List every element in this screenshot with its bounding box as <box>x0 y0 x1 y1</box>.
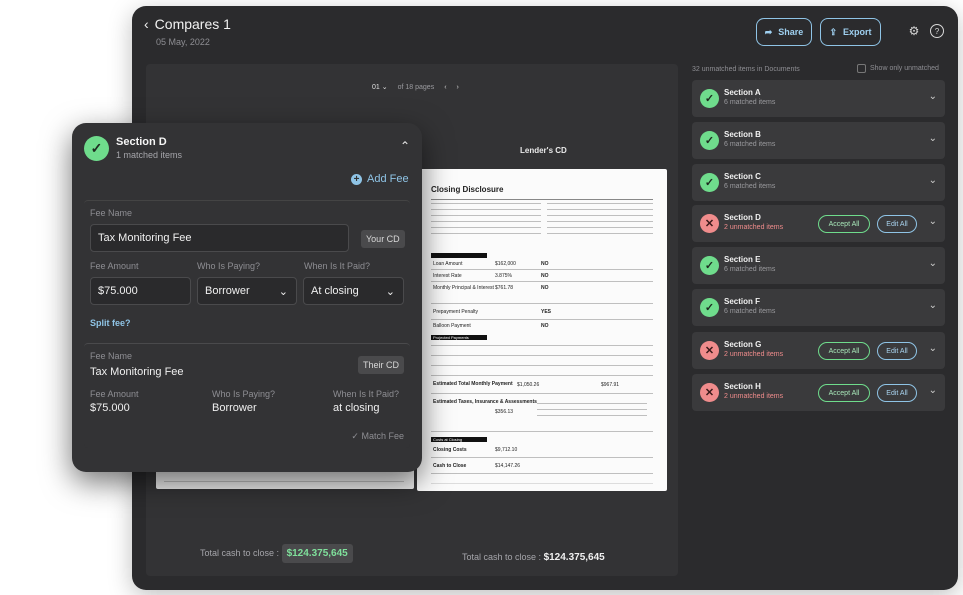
section-row[interactable]: ✕ Section H 2 unmatched items Accept All Edi… <box>692 374 945 411</box>
section-name: Section F <box>724 297 761 306</box>
upload-icon: ⇪ <box>829 26 838 37</box>
check-icon: ✓ <box>700 298 719 317</box>
section-row[interactable]: ✕ Section D 2 unmatched items Accept All Edi… <box>692 205 945 242</box>
accept-all-button[interactable]: Accept All <box>818 384 870 402</box>
section-d-popup: ✓ Section D 1 matched items ⌃ + Add Fee … <box>72 123 422 472</box>
section-name: Section A <box>724 88 761 97</box>
chevron-down-icon[interactable]: ⌄ <box>929 258 937 269</box>
section-row[interactable]: ✓ Section E 6 matched items ⌄ <box>692 247 945 284</box>
only-unmatched-toggle[interactable]: Show only unmatched <box>857 64 939 73</box>
popup-title: Section D <box>116 136 167 148</box>
check-icon: ✓ <box>700 89 719 108</box>
gear-icon[interactable]: ⚙ <box>907 24 921 38</box>
add-fee-button[interactable]: + Add Fee <box>351 173 409 185</box>
section-name: Section C <box>724 172 761 181</box>
plus-icon: + <box>351 173 362 185</box>
popup-subtitle: 1 matched items <box>116 150 183 160</box>
split-fee-link[interactable]: Split fee? <box>90 318 131 328</box>
x-icon: ✕ <box>700 383 719 402</box>
chevron-down-icon: ⌄ <box>385 285 395 298</box>
your-cd-tag: Your CD <box>361 230 405 248</box>
section-name: Section D <box>724 213 761 222</box>
check-icon: ✓ <box>351 431 359 441</box>
chevron-down-icon: ⌄ <box>278 285 288 298</box>
right-doc-label: Lender's CD <box>520 146 567 155</box>
chevron-down-icon[interactable]: ⌄ <box>929 91 937 102</box>
section-row[interactable]: ✓ Section A 6 matched items ⌄ <box>692 80 945 117</box>
section-status: 6 matched items <box>724 141 776 148</box>
their-fee-amount: $75.000 <box>90 402 130 414</box>
chevron-up-icon[interactable]: ⌃ <box>400 139 410 153</box>
section-status: 2 unmatched items <box>724 351 784 358</box>
export-button[interactable]: ⇪ Export <box>820 18 881 46</box>
page-date: 05 May, 2022 <box>156 37 210 47</box>
x-icon: ✕ <box>700 214 719 233</box>
page-title: Compares 1 <box>154 16 231 32</box>
section-row[interactable]: ✕ Section G 2 unmatched items Accept All Edi… <box>692 332 945 369</box>
check-icon: ✓ <box>700 256 719 275</box>
section-name: Section E <box>724 255 761 264</box>
match-fee-button[interactable]: ✓ Match Fee <box>351 431 404 442</box>
back-nav[interactable]: ‹ Compares 1 <box>144 16 231 32</box>
prev-page-icon[interactable]: ‹ <box>444 84 446 91</box>
edit-all-button[interactable]: Edit All <box>877 342 917 360</box>
help-icon[interactable]: ? <box>930 24 944 38</box>
section-row[interactable]: ✓ Section F 6 matched items ⌄ <box>692 289 945 326</box>
when-paid-select[interactable]: At closing ⌄ <box>303 277 404 305</box>
section-name: Section G <box>724 340 762 349</box>
left-total: Total cash to close : $124.375,645 <box>200 544 353 563</box>
edit-all-button[interactable]: Edit All <box>877 384 917 402</box>
fee-amount-input[interactable]: $75.000 <box>90 277 191 305</box>
section-status: 6 matched items <box>724 266 776 273</box>
section-status: 6 matched items <box>724 308 776 315</box>
chevron-down-icon[interactable]: ⌄ <box>929 175 937 186</box>
check-icon: ✓ <box>700 131 719 150</box>
pager: 01 ⌄ of 18 pages ‹ › <box>372 83 459 92</box>
section-status: 6 matched items <box>724 99 776 106</box>
edit-all-button[interactable]: Edit All <box>877 215 917 233</box>
fee-name-input[interactable]: Tax Monitoring Fee <box>90 224 349 252</box>
section-status: 2 unmatched items <box>724 393 784 400</box>
check-icon: ✓ <box>84 136 109 161</box>
chevron-down-icon[interactable]: ⌄ <box>929 385 937 396</box>
chevron-down-icon[interactable]: ⌄ <box>929 343 937 354</box>
share-button[interactable]: ➦ Share <box>756 18 812 46</box>
their-when-paid: at closing <box>333 402 380 414</box>
lenders-cd-document: Closing Disclosure Loan Amount $162,000 … <box>417 169 667 491</box>
section-name: Section H <box>724 382 761 391</box>
section-status: 2 unmatched items <box>724 224 784 231</box>
chevron-down-icon[interactable]: ⌄ <box>929 133 937 144</box>
section-row[interactable]: ✓ Section B 6 matched items ⌄ <box>692 122 945 159</box>
share-icon: ➦ <box>764 26 773 37</box>
unmatched-count: 32 unmatched items in Documents <box>692 66 800 73</box>
chevron-left-icon: ‹ <box>144 16 149 32</box>
chevron-down-icon[interactable]: ⌄ <box>929 300 937 311</box>
their-cd-tag: Their CD <box>358 356 405 374</box>
accept-all-button[interactable]: Accept All <box>818 215 870 233</box>
checkbox[interactable] <box>857 64 866 73</box>
their-fee-name: Tax Monitoring Fee <box>90 366 184 378</box>
page-select[interactable]: 01 ⌄ <box>372 83 388 91</box>
your-fee-card: Fee Name Tax Monitoring Fee Your CD Fee … <box>84 200 410 350</box>
next-page-icon[interactable]: › <box>457 84 459 91</box>
section-name: Section B <box>724 130 761 139</box>
chevron-down-icon[interactable]: ⌄ <box>929 216 937 227</box>
their-who-paying: Borrower <box>212 402 257 414</box>
section-row[interactable]: ✓ Section C 6 matched items ⌄ <box>692 164 945 201</box>
section-status: 6 matched items <box>724 183 776 190</box>
who-paying-select[interactable]: Borrower ⌄ <box>197 277 297 305</box>
check-icon: ✓ <box>700 173 719 192</box>
x-icon: ✕ <box>700 341 719 360</box>
doc-title: Closing Disclosure <box>431 185 504 194</box>
accept-all-button[interactable]: Accept All <box>818 342 870 360</box>
right-total: Total cash to close : $124.375,645 <box>462 552 605 563</box>
